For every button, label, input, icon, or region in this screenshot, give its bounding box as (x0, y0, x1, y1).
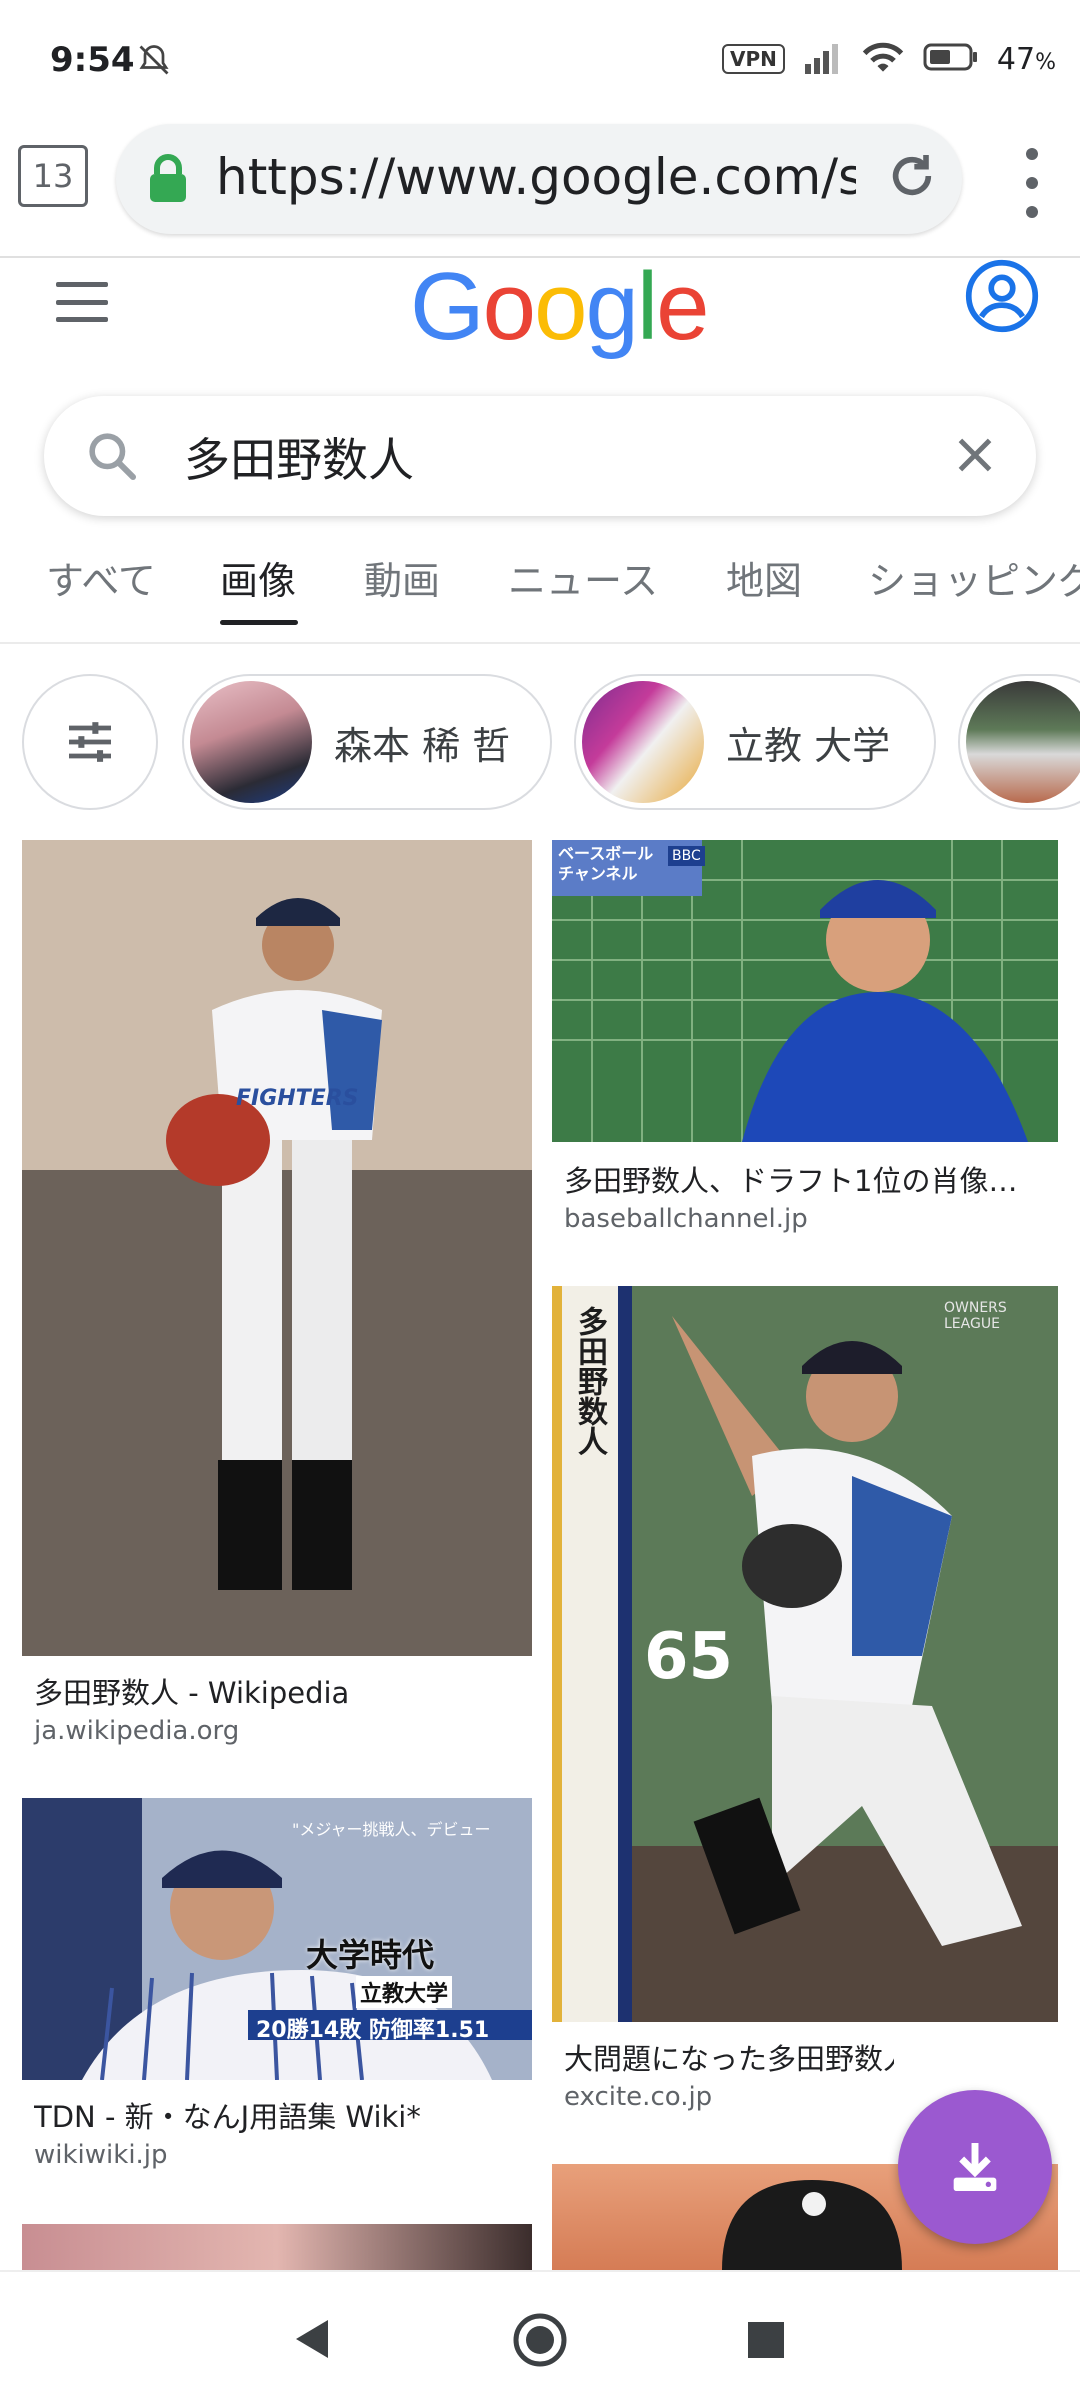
result-site[interactable]: ja.wikipedia.org (34, 1716, 239, 1746)
back-icon[interactable] (290, 2316, 332, 2366)
result-site[interactable]: baseballchannel.jp (564, 1204, 808, 1234)
recents-icon[interactable] (746, 2320, 786, 2364)
chip-related-2[interactable]: 立教 大学 (574, 674, 936, 810)
result-title[interactable]: 多田野数人、ドラフト1位の肖像… (564, 1158, 1052, 1200)
logo-letter: g (585, 253, 638, 360)
lock-icon (146, 154, 190, 208)
tab-active-indicator (220, 620, 298, 625)
result-image-2[interactable]: "メジャー挑戦人、デビュー 大学時代 立教大学 20勝14敗 防御率1.51 (22, 1798, 532, 2080)
result-title[interactable]: TDN - 新・なんJ用語集 Wiki* (34, 2094, 524, 2136)
download-button[interactable] (898, 2090, 1052, 2244)
chip-thumbnail (190, 681, 312, 803)
tab-videos[interactable]: 動画 (364, 550, 440, 605)
reload-icon[interactable] (884, 148, 940, 208)
image-banner-stats: 20勝14敗 防御率1.51 (256, 2018, 490, 2043)
tab-shopping[interactable]: ショッピング (868, 550, 1080, 605)
chip-related-1[interactable]: 森本 稀 哲 (182, 674, 552, 810)
baseball-card-photo (552, 1286, 1058, 2022)
logo-letter: l (636, 253, 658, 360)
search-box[interactable]: 多田野数人 (44, 396, 1036, 516)
wifi-icon (861, 40, 905, 78)
card-brand: OWNERS LEAGUE (944, 1300, 1007, 1332)
battery-icon (923, 42, 979, 76)
result-image-5[interactable] (22, 2224, 532, 2270)
image-banner-sub: 立教大学 (356, 1976, 453, 2008)
google-logo[interactable]: Google (410, 252, 710, 362)
url-bar[interactable]: https://www.google.com/sea (116, 124, 962, 234)
logo-letter: G (410, 253, 485, 360)
menu-icon[interactable] (56, 282, 108, 322)
image-banner-channel: ベースボール チャンネル (558, 844, 654, 883)
vpn-badge: VPN (722, 44, 785, 74)
chip-related-3[interactable] (958, 674, 1080, 810)
home-icon[interactable] (512, 2312, 568, 2372)
result-site[interactable]: excite.co.jp (564, 2082, 712, 2112)
more-vert-icon[interactable] (1020, 148, 1044, 218)
result-image-3[interactable]: ベースボール チャンネル BBC (552, 840, 1058, 1142)
result-title[interactable]: 多田野数人 - Wikipedia (34, 1670, 524, 1712)
chip-thumbnail (966, 681, 1080, 803)
logo-letter: o (534, 253, 587, 360)
chip-label: 立教 大学 (726, 723, 891, 768)
tab-maps[interactable]: 地図 (726, 550, 802, 605)
download-icon (953, 2143, 997, 2191)
card-name: 多田野数人 (572, 1306, 607, 1456)
system-nav-bar (0, 2270, 1080, 2402)
image-logo-bbc: BBC (668, 846, 705, 866)
status-bar: 9:54 VPN 47% (0, 0, 1080, 120)
tab-switcher-button[interactable]: 13 (18, 145, 88, 207)
chip-thumbnail (582, 681, 704, 803)
result-image-1[interactable]: FIGHTERS (22, 840, 532, 1656)
url-text: https://www.google.com/sea (216, 148, 856, 206)
filter-button[interactable] (22, 674, 158, 810)
status-icons: VPN 47% (722, 40, 1056, 78)
image-banner-top: "メジャー挑戦人、デビュー (292, 1820, 491, 1839)
tabs-divider (0, 642, 1080, 644)
clear-icon[interactable] (950, 430, 1000, 484)
card-number: 65 (644, 1620, 734, 1694)
image-banner-main: 大学時代 (306, 1936, 435, 1974)
signal-icon (803, 40, 843, 78)
search-icon[interactable] (84, 428, 140, 488)
status-time: 9:54 (50, 40, 135, 80)
search-tabs: すべて 画像 動画 ニュース 地図 ショッピング (0, 550, 1080, 640)
logo-letter: e (656, 253, 709, 360)
baseball-channel-photo (552, 840, 1058, 1142)
battery-text: 47% (996, 41, 1056, 77)
tab-all[interactable]: すべて (46, 550, 156, 605)
pitcher-photo (22, 840, 532, 1656)
account-avatar-icon[interactable] (964, 258, 1040, 338)
chip-label: 森本 稀 哲 (334, 723, 511, 768)
tab-images[interactable]: 画像 (220, 550, 296, 605)
mute-icon (136, 42, 172, 82)
result-site[interactable]: wikiwiki.jp (34, 2140, 168, 2170)
search-query[interactable]: 多田野数人 (184, 424, 414, 490)
result-title[interactable]: 大問題になった多田野数人の"ビ… (564, 2036, 894, 2078)
jersey-text: FIGHTERS (236, 1086, 359, 1111)
result-image-4[interactable]: 多田野数人 65 OWNERS LEAGUE (552, 1286, 1058, 2022)
tab-news[interactable]: ニュース (508, 550, 658, 605)
tune-icon (69, 722, 111, 762)
logo-letter: o (482, 253, 536, 360)
